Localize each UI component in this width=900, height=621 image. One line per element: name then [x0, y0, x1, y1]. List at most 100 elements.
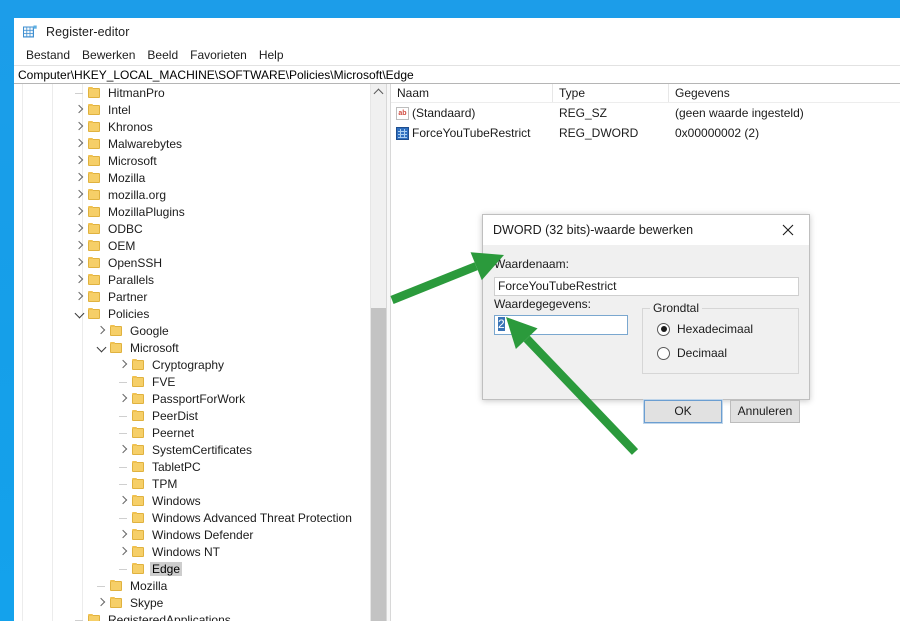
chevron-right-icon[interactable] — [72, 238, 88, 254]
tree-item-mozilla-org[interactable]: mozilla.org — [14, 186, 386, 203]
chevron-right-icon[interactable] — [72, 187, 88, 203]
folder-icon — [88, 291, 101, 302]
tree-item-edge[interactable]: Edge — [14, 560, 386, 577]
tree-item-registeredapplications[interactable]: RegisteredApplications — [14, 611, 386, 621]
tree-item-peernet[interactable]: Peernet — [14, 424, 386, 441]
tree-item-windows-advanced-threat-protection[interactable]: Windows Advanced Threat Protection — [14, 509, 386, 526]
base-groupbox — [642, 308, 799, 374]
tree-item-khronos[interactable]: Khronos — [14, 118, 386, 135]
radio-hexadecimaal[interactable]: Hexadecimaal — [657, 322, 753, 336]
menubar: Bestand Bewerken Beeld Favorieten Help — [14, 45, 900, 65]
chevron-right-icon[interactable] — [72, 136, 88, 152]
tree-item-odbc[interactable]: ODBC — [14, 220, 386, 237]
value-list[interactable]: ab (Standaard) REG_SZ (geen waarde ingestel… — [391, 103, 900, 143]
registry-path-bar[interactable]: Computer\HKEY_LOCAL_MACHINE\SOFTWARE\Pol… — [14, 65, 900, 84]
tree-item-label: Mozilla — [130, 578, 168, 593]
tree-item-hitmanpro[interactable]: HitmanPro — [14, 84, 386, 101]
chevron-right-icon[interactable] — [116, 493, 132, 509]
chevron-right-icon[interactable] — [72, 289, 88, 305]
chevron-right-icon[interactable] — [116, 442, 132, 458]
close-icon[interactable] — [767, 215, 809, 244]
tree-item-microsoft[interactable]: Microsoft — [14, 339, 386, 356]
tree-item-microsoft[interactable]: Microsoft — [14, 152, 386, 169]
tree-item-tabletpc[interactable]: TabletPC — [14, 458, 386, 475]
tree-item-label: Mozilla — [108, 170, 146, 185]
tree-item-oem[interactable]: OEM — [14, 237, 386, 254]
menu-beeld[interactable]: Beeld — [141, 47, 184, 63]
tree-item-label: PassportForWork — [152, 391, 246, 406]
chevron-down-icon[interactable] — [72, 306, 88, 322]
chevron-right-icon[interactable] — [72, 153, 88, 169]
tree-item-policies[interactable]: Policies — [14, 305, 386, 322]
column-header-gegevens[interactable]: Gegevens — [669, 84, 900, 102]
chevron-right-icon[interactable] — [72, 221, 88, 237]
cancel-button[interactable]: Annuleren — [730, 400, 800, 423]
scroll-up-icon[interactable] — [371, 84, 386, 100]
scrollbar-thumb[interactable] — [371, 308, 386, 621]
radio-decimaal[interactable]: Decimaal — [657, 346, 727, 360]
chevron-right-icon[interactable] — [116, 357, 132, 373]
edit-dword-dialog: DWORD (32 bits)-waarde bewerken Waardena… — [482, 214, 810, 424]
chevron-right-icon[interactable] — [72, 170, 88, 186]
chevron-right-icon[interactable] — [94, 323, 110, 339]
tree-item-mozilla[interactable]: Mozilla — [14, 577, 386, 594]
chevron-down-icon[interactable] — [94, 340, 110, 356]
column-header-type[interactable]: Type — [553, 84, 669, 102]
chevron-right-icon[interactable] — [116, 527, 132, 543]
tree-item-label: Google — [130, 323, 169, 338]
value-name-text: (Standaard) — [412, 106, 476, 120]
value-type-cell: REG_SZ — [559, 106, 608, 120]
tree-item-label: Policies — [108, 306, 150, 321]
folder-icon — [132, 393, 145, 404]
tree-item-tpm[interactable]: TPM — [14, 475, 386, 492]
tree-item-peerdist[interactable]: PeerDist — [14, 407, 386, 424]
tree-item-systemcertificates[interactable]: SystemCertificates — [14, 441, 386, 458]
tree-item-label: ODBC — [108, 221, 143, 236]
chevron-right-icon[interactable] — [72, 119, 88, 135]
value-row[interactable]: ForceYouTubeRestrict REG_DWORD 0x00000002 … — [391, 123, 900, 143]
registry-tree[interactable]: HitmanPro Intel Khronos Malwarebytes Microso… — [14, 84, 386, 621]
tree-item-skype[interactable]: Skype — [14, 594, 386, 611]
tree-item-label: Edge — [150, 561, 183, 576]
registry-tree-pane[interactable]: HitmanPro Intel Khronos Malwarebytes Microso… — [14, 84, 386, 621]
chevron-right-icon[interactable] — [72, 204, 88, 220]
tree-item-google[interactable]: Google — [14, 322, 386, 339]
tree-item-windows-defender[interactable]: Windows Defender — [14, 526, 386, 543]
ok-button[interactable]: OK — [643, 399, 723, 424]
tree-item-cryptography[interactable]: Cryptography — [14, 356, 386, 373]
tree-item-label: Intel — [108, 102, 131, 117]
tree-item-mozillaplugins[interactable]: MozillaPlugins — [14, 203, 386, 220]
tree-item-windows[interactable]: Windows — [14, 492, 386, 509]
tree-vertical-scrollbar[interactable] — [370, 84, 386, 621]
menu-favorieten[interactable]: Favorieten — [184, 47, 253, 63]
value-data-input[interactable]: 2 — [494, 315, 628, 335]
chevron-right-icon[interactable] — [72, 255, 88, 271]
chevron-right-icon[interactable] — [94, 595, 110, 611]
radio-hexadecimaal-label: Hexadecimaal — [677, 322, 754, 336]
tree-item-partner[interactable]: Partner — [14, 288, 386, 305]
tree-stub-icon — [72, 612, 88, 621]
value-name-input[interactable]: ForceYouTubeRestrict — [494, 277, 799, 296]
tree-item-parallels[interactable]: Parallels — [14, 271, 386, 288]
folder-icon — [110, 325, 123, 336]
chevron-right-icon[interactable] — [72, 272, 88, 288]
menu-help[interactable]: Help — [253, 47, 290, 63]
value-row[interactable]: ab (Standaard) REG_SZ (geen waarde ingestel… — [391, 103, 900, 123]
folder-icon — [88, 172, 101, 183]
chevron-right-icon[interactable] — [116, 544, 132, 560]
tree-item-passportforwork[interactable]: PassportForWork — [14, 390, 386, 407]
column-header-naam[interactable]: Naam — [391, 84, 553, 102]
chevron-right-icon[interactable] — [116, 391, 132, 407]
tree-item-mozilla[interactable]: Mozilla — [14, 169, 386, 186]
menu-bewerken[interactable]: Bewerken — [76, 47, 141, 63]
tree-item-malwarebytes[interactable]: Malwarebytes — [14, 135, 386, 152]
dialog-title: DWORD (32 bits)-waarde bewerken — [493, 223, 694, 237]
tree-item-fve[interactable]: FVE — [14, 373, 386, 390]
tree-item-openssh[interactable]: OpenSSH — [14, 254, 386, 271]
tree-stub-icon — [116, 459, 132, 475]
menu-bestand[interactable]: Bestand — [20, 47, 76, 63]
tree-item-windows-nt[interactable]: Windows NT — [14, 543, 386, 560]
chevron-right-icon[interactable] — [72, 102, 88, 118]
tree-item-label: FVE — [152, 374, 176, 389]
tree-item-intel[interactable]: Intel — [14, 101, 386, 118]
